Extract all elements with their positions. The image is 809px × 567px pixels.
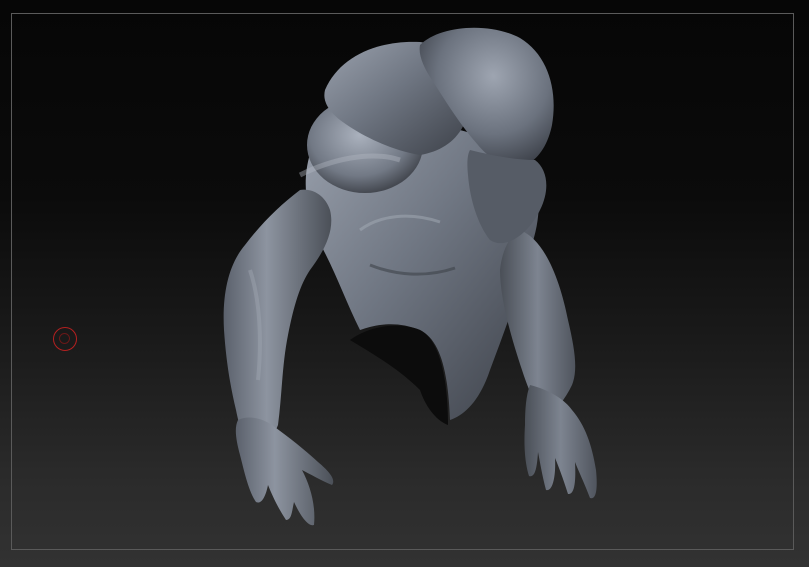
brush-cursor-icon — [53, 327, 77, 351]
brush-cursor-inner-ring — [59, 333, 70, 344]
model-right-hand — [524, 385, 597, 499]
model-left-arm — [223, 189, 332, 455]
model-left-hand — [235, 417, 334, 526]
sculpt-model[interactable] — [0, 0, 809, 567]
sculpt-viewport[interactable] — [0, 0, 809, 567]
